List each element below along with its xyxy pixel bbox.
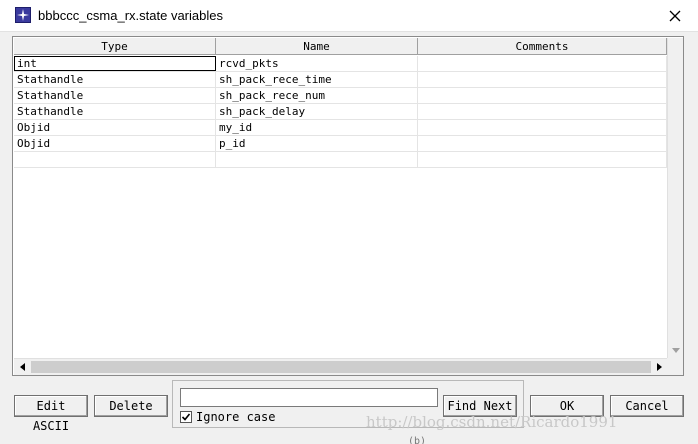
find-input[interactable] [180,388,438,407]
ignore-case-label: Ignore case [196,410,276,424]
cell-name[interactable]: sh_pack_rece_num [216,88,418,104]
app-star-icon [15,7,31,23]
caption-fragment: (b) [408,436,427,444]
column-header-comments[interactable]: Comments [418,38,667,55]
checkmark-icon [181,413,191,421]
cell-type[interactable]: Stathandle [14,104,216,120]
vertical-scrollbar[interactable] [667,38,683,358]
cell-name[interactable]: sh_pack_delay [216,104,418,120]
delete-button[interactable]: Delete [94,395,168,417]
variables-grid: Type Name Comments int rcvd_pkts Stathandl… [12,36,684,376]
scroll-right-arrow[interactable] [651,359,667,375]
chevron-down-icon [672,347,680,353]
scroll-left-arrow[interactable] [14,359,30,375]
table-row[interactable]: Stathandle sh_pack_delay [14,104,667,120]
cell-name[interactable]: rcvd_pkts [216,56,418,72]
cell-comments[interactable] [418,152,667,168]
cell-type[interactable]: Stathandle [14,88,216,104]
close-icon [669,10,681,22]
column-header-type[interactable]: Type [14,38,216,55]
cell-type[interactable]: int [14,56,216,71]
cell-comments[interactable] [418,88,667,104]
cell-comments[interactable] [418,104,667,120]
watermark: http://blog.csdn.net/Ricardo1991 [366,413,618,431]
cell-comments[interactable] [418,72,667,88]
cancel-button[interactable]: Cancel [610,395,684,417]
cell-type[interactable]: Objid [14,120,216,136]
cell-comments[interactable] [418,56,667,72]
table-row[interactable]: Objid p_id [14,136,667,152]
scroll-down-arrow[interactable] [668,342,684,358]
cell-name[interactable]: sh_pack_rece_time [216,72,418,88]
window-title: bbbccc_csma_rx.state variables [38,8,223,23]
title-bar: bbbccc_csma_rx.state variables [0,0,698,32]
cell-name[interactable]: my_id [216,120,418,136]
edit-ascii-button[interactable]: Edit ASCII [14,395,88,433]
column-header-name[interactable]: Name [216,38,418,55]
table-row[interactable] [14,152,667,168]
cell-name[interactable]: p_id [216,136,418,152]
table-row[interactable]: Stathandle sh_pack_rece_num [14,88,667,104]
chevron-left-icon [19,363,25,371]
table-row[interactable]: Objid my_id [14,120,667,136]
table-row[interactable]: int rcvd_pkts [14,56,667,72]
close-button[interactable] [660,3,690,29]
cell-type[interactable]: Objid [14,136,216,152]
table-row[interactable]: Stathandle sh_pack_rece_time [14,72,667,88]
cell-name[interactable] [216,152,418,168]
cell-comments[interactable] [418,120,667,136]
horizontal-scroll-thumb[interactable] [31,361,651,373]
chevron-right-icon [656,363,662,371]
cell-type[interactable] [14,152,216,168]
horizontal-scrollbar[interactable] [14,358,667,375]
scrollbar-corner [667,358,683,375]
cell-comments[interactable] [418,136,667,152]
cell-type[interactable]: Stathandle [14,72,216,88]
ignore-case-checkbox[interactable] [180,411,192,423]
